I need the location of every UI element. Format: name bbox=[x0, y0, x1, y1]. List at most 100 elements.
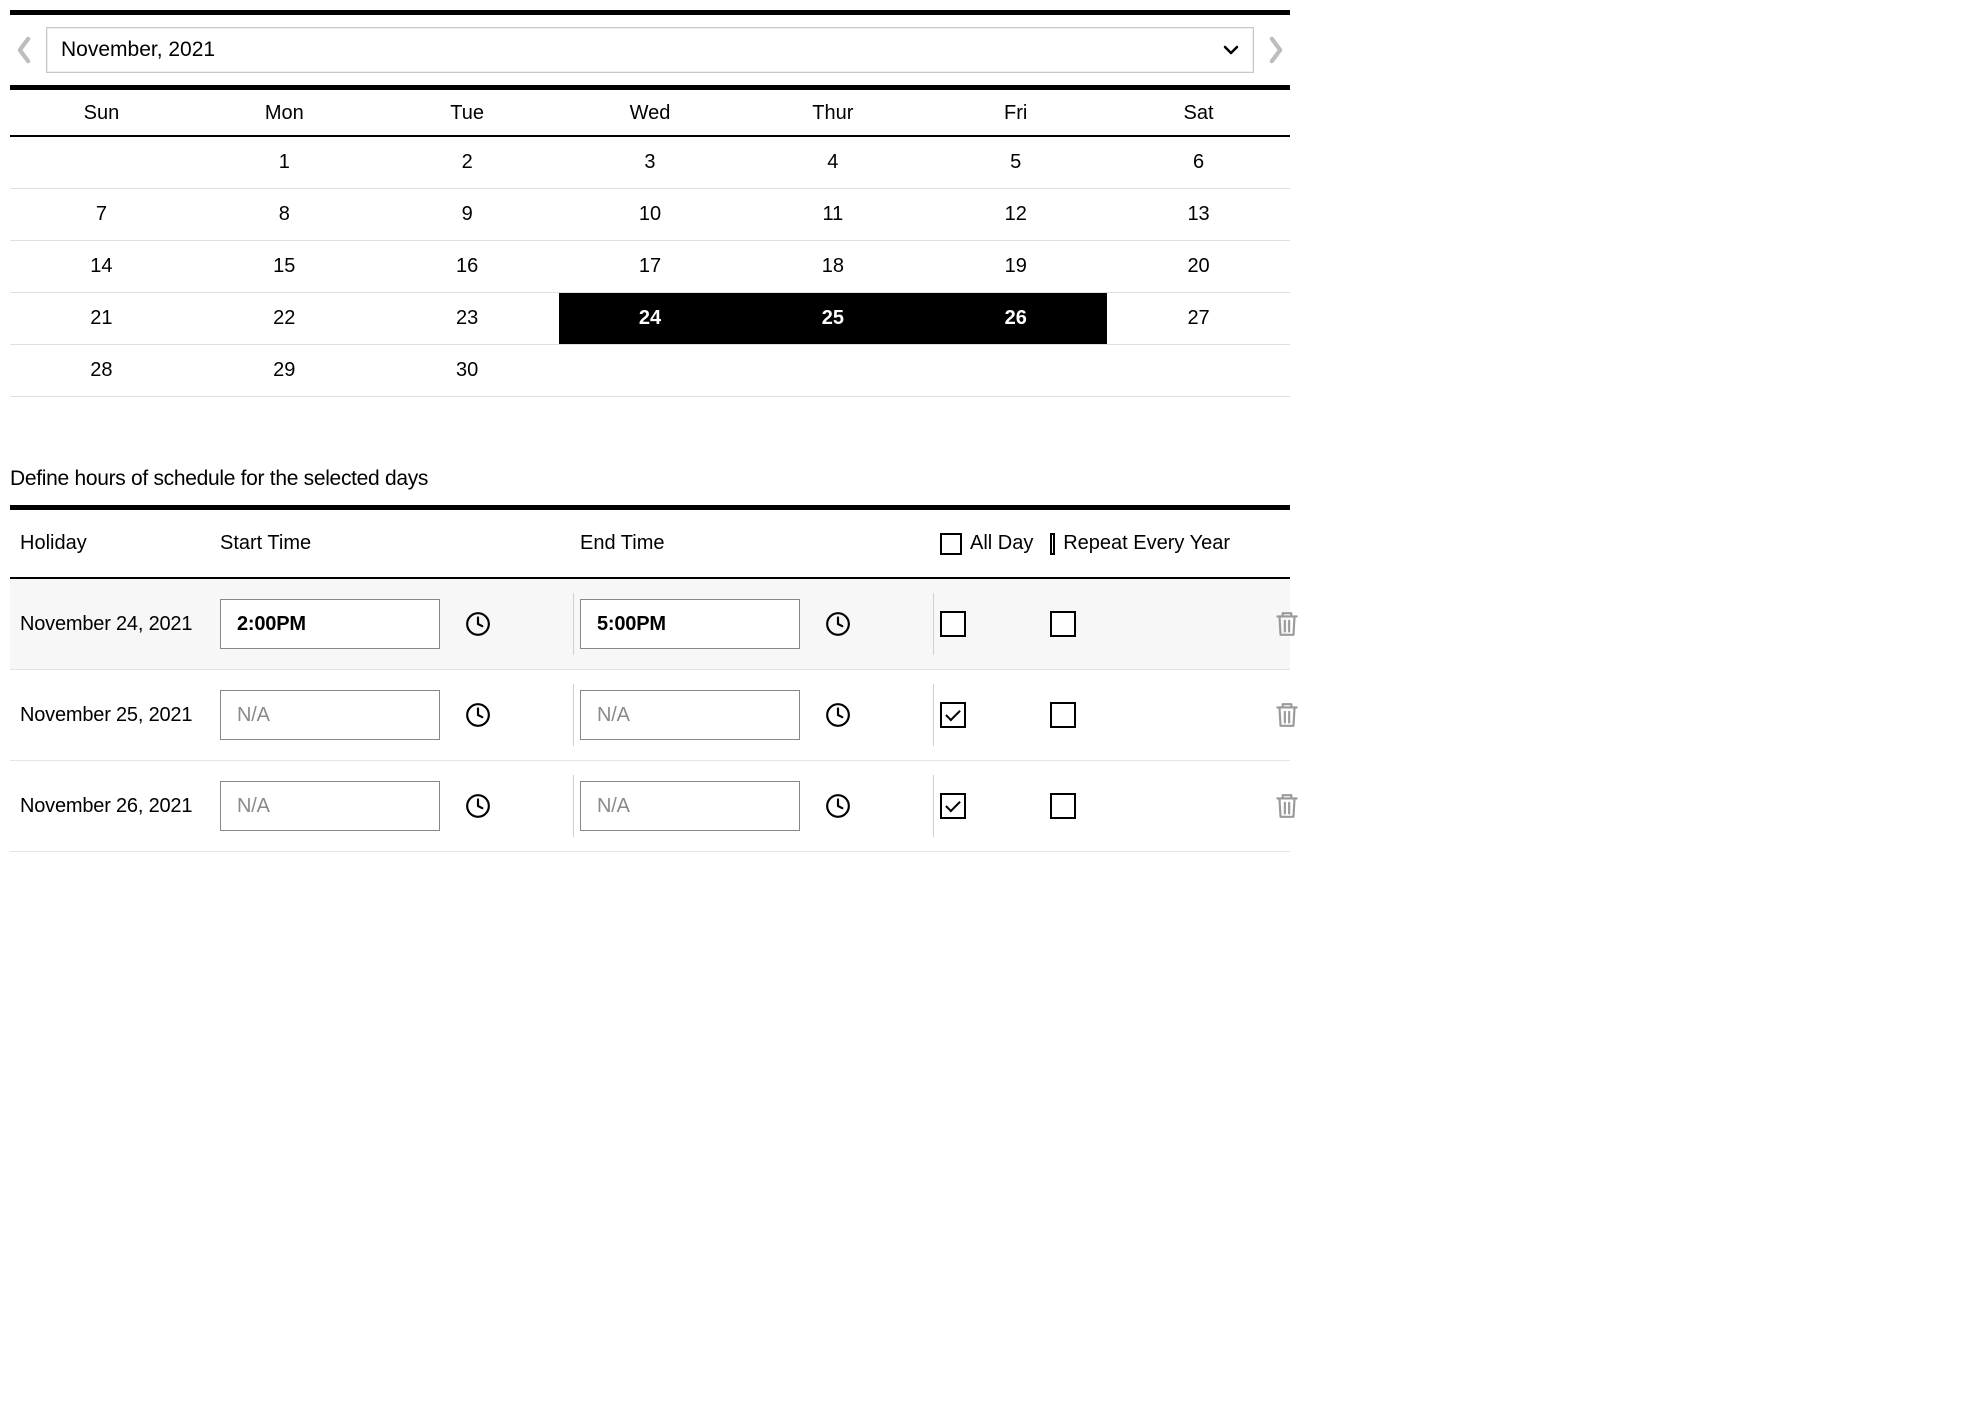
calendar-body: 1234567891011121314151617181920212223242… bbox=[10, 137, 1290, 397]
calendar-row: 282930 bbox=[10, 345, 1290, 397]
calendar-day-cell[interactable]: 25 bbox=[741, 293, 924, 344]
start-time-input[interactable]: 2:00PM bbox=[220, 599, 440, 649]
end-time-cell: N/A bbox=[580, 781, 940, 831]
end-time-input[interactable]: N/A bbox=[580, 690, 800, 740]
calendar-day-cell[interactable]: 2 bbox=[376, 137, 559, 188]
calendar-day-cell[interactable]: 16 bbox=[376, 241, 559, 292]
delete-row-button[interactable] bbox=[1230, 610, 1300, 638]
schedule-row: November 24, 20212:00PM 5:00PM bbox=[10, 579, 1290, 670]
start-time-cell: N/A bbox=[220, 781, 580, 831]
repeat-checkbox[interactable] bbox=[1050, 702, 1076, 728]
calendar-day-cell[interactable]: 28 bbox=[10, 345, 193, 396]
repeat-checkbox[interactable] bbox=[1050, 611, 1076, 637]
section-title: Define hours of schedule for the selecte… bbox=[10, 467, 1290, 491]
calendar-day-cell[interactable]: 20 bbox=[1107, 241, 1290, 292]
schedule-row: November 26, 2021N/AN/A bbox=[10, 761, 1290, 852]
prev-month-button[interactable] bbox=[10, 36, 38, 64]
calendar-day-cell[interactable]: 15 bbox=[193, 241, 376, 292]
calendar-day-cell[interactable]: 5 bbox=[924, 137, 1107, 188]
calendar-day-cell[interactable]: 4 bbox=[741, 137, 924, 188]
calendar-row: 14151617181920 bbox=[10, 241, 1290, 293]
clock-icon[interactable] bbox=[824, 610, 852, 638]
calendar-header-cell: Thur bbox=[741, 90, 924, 135]
all-day-checkbox[interactable] bbox=[940, 793, 966, 819]
col-all-day: All Day bbox=[940, 532, 1050, 555]
calendar-row: 21222324252627 bbox=[10, 293, 1290, 345]
calendar-day-cell[interactable]: 11 bbox=[741, 189, 924, 240]
calendar-empty-cell bbox=[741, 345, 924, 396]
calendar-day-cell[interactable]: 1 bbox=[193, 137, 376, 188]
calendar-row: 78910111213 bbox=[10, 189, 1290, 241]
month-nav: November, 2021 bbox=[10, 10, 1290, 90]
calendar-day-cell[interactable]: 29 bbox=[193, 345, 376, 396]
col-holiday: Holiday bbox=[20, 532, 220, 555]
calendar-day-cell[interactable]: 18 bbox=[741, 241, 924, 292]
calendar-header-cell: Wed bbox=[559, 90, 742, 135]
calendar-day-cell[interactable]: 14 bbox=[10, 241, 193, 292]
clock-icon[interactable] bbox=[464, 792, 492, 820]
all-day-cell bbox=[940, 793, 1050, 819]
all-day-checkbox[interactable] bbox=[940, 702, 966, 728]
delete-row-button[interactable] bbox=[1230, 701, 1300, 729]
calendar-empty-cell bbox=[924, 345, 1107, 396]
all-day-checkbox[interactable] bbox=[940, 611, 966, 637]
end-time-cell: 5:00PM bbox=[580, 599, 940, 649]
calendar-day-cell[interactable]: 22 bbox=[193, 293, 376, 344]
col-end-time: End Time bbox=[580, 532, 940, 555]
calendar-header-cell: Tue bbox=[376, 90, 559, 135]
holiday-label: November 25, 2021 bbox=[20, 704, 220, 727]
holiday-label: November 24, 2021 bbox=[20, 613, 220, 636]
calendar-header-cell: Mon bbox=[193, 90, 376, 135]
repeat-header-label: Repeat Every Year bbox=[1063, 532, 1230, 555]
calendar-day-cell[interactable]: 8 bbox=[193, 189, 376, 240]
calendar-day-cell[interactable]: 24 bbox=[559, 293, 742, 344]
holiday-label: November 26, 2021 bbox=[20, 795, 220, 818]
repeat-cell bbox=[1050, 702, 1230, 728]
all-day-cell bbox=[940, 702, 1050, 728]
calendar-day-cell[interactable]: 27 bbox=[1107, 293, 1290, 344]
clock-icon[interactable] bbox=[824, 701, 852, 729]
start-time-input[interactable]: N/A bbox=[220, 781, 440, 831]
end-time-input[interactable]: N/A bbox=[580, 781, 800, 831]
calendar-day-cell[interactable]: 23 bbox=[376, 293, 559, 344]
all-day-header-label: All Day bbox=[970, 532, 1033, 555]
calendar-header-cell: Fri bbox=[924, 90, 1107, 135]
calendar-day-cell[interactable]: 12 bbox=[924, 189, 1107, 240]
repeat-header-checkbox[interactable] bbox=[1050, 533, 1055, 555]
calendar-day-cell[interactable]: 26 bbox=[924, 293, 1107, 344]
month-select[interactable]: November, 2021 bbox=[46, 27, 1254, 73]
calendar-day-cell[interactable]: 30 bbox=[376, 345, 559, 396]
schedule-header-row: Holiday Start Time End Time All Day Repe… bbox=[10, 505, 1290, 579]
clock-icon[interactable] bbox=[464, 701, 492, 729]
calendar-day-cell[interactable]: 19 bbox=[924, 241, 1107, 292]
start-time-cell: N/A bbox=[220, 690, 580, 740]
calendar-day-cell[interactable]: 17 bbox=[559, 241, 742, 292]
calendar-day-cell[interactable]: 13 bbox=[1107, 189, 1290, 240]
calendar-header-cell: Sun bbox=[10, 90, 193, 135]
calendar-day-cell[interactable]: 3 bbox=[559, 137, 742, 188]
end-time-input[interactable]: 5:00PM bbox=[580, 599, 800, 649]
clock-icon[interactable] bbox=[464, 610, 492, 638]
delete-row-button[interactable] bbox=[1230, 792, 1300, 820]
calendar-day-cell[interactable]: 10 bbox=[559, 189, 742, 240]
start-time-input[interactable]: N/A bbox=[220, 690, 440, 740]
col-start-time: Start Time bbox=[220, 532, 580, 555]
all-day-header-checkbox[interactable] bbox=[940, 533, 962, 555]
calendar-header-cell: Sat bbox=[1107, 90, 1290, 135]
calendar-row: 123456 bbox=[10, 137, 1290, 189]
calendar-empty-cell bbox=[10, 137, 193, 188]
end-time-cell: N/A bbox=[580, 690, 940, 740]
repeat-cell bbox=[1050, 793, 1230, 819]
calendar-day-cell[interactable]: 9 bbox=[376, 189, 559, 240]
calendar-day-cell[interactable]: 7 bbox=[10, 189, 193, 240]
calendar-day-cell[interactable]: 6 bbox=[1107, 137, 1290, 188]
calendar-header-row: SunMonTueWedThurFriSat bbox=[10, 90, 1290, 137]
col-repeat: Repeat Every Year bbox=[1050, 532, 1230, 555]
all-day-cell bbox=[940, 611, 1050, 637]
calendar-empty-cell bbox=[559, 345, 742, 396]
repeat-checkbox[interactable] bbox=[1050, 793, 1076, 819]
next-month-button[interactable] bbox=[1262, 36, 1290, 64]
calendar-day-cell[interactable]: 21 bbox=[10, 293, 193, 344]
repeat-cell bbox=[1050, 611, 1230, 637]
clock-icon[interactable] bbox=[824, 792, 852, 820]
